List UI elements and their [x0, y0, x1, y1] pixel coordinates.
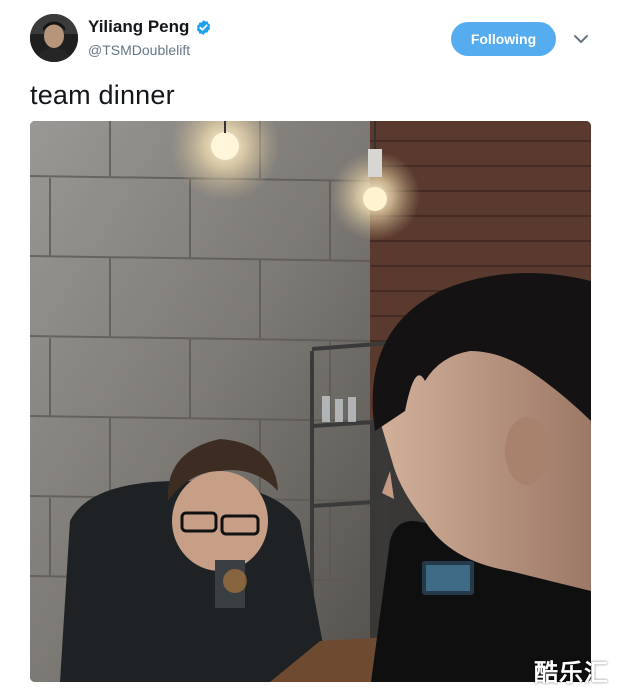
tweet-photo[interactable]	[30, 121, 591, 682]
verified-badge-icon	[197, 19, 211, 35]
chevron-down-icon[interactable]	[572, 32, 590, 46]
avatar[interactable]	[30, 14, 78, 62]
watermark-text: 酷乐汇	[534, 660, 609, 687]
tweet-text: team dinner	[30, 80, 175, 110]
avatar-image	[30, 14, 78, 62]
photo-image	[30, 121, 591, 682]
author-handle[interactable]: @TSMDoublelift	[88, 42, 190, 58]
author-name-row[interactable]: Yiliang Peng	[88, 17, 212, 37]
following-button[interactable]: Following	[451, 22, 556, 56]
author-name[interactable]: Yiliang Peng	[88, 17, 189, 37]
